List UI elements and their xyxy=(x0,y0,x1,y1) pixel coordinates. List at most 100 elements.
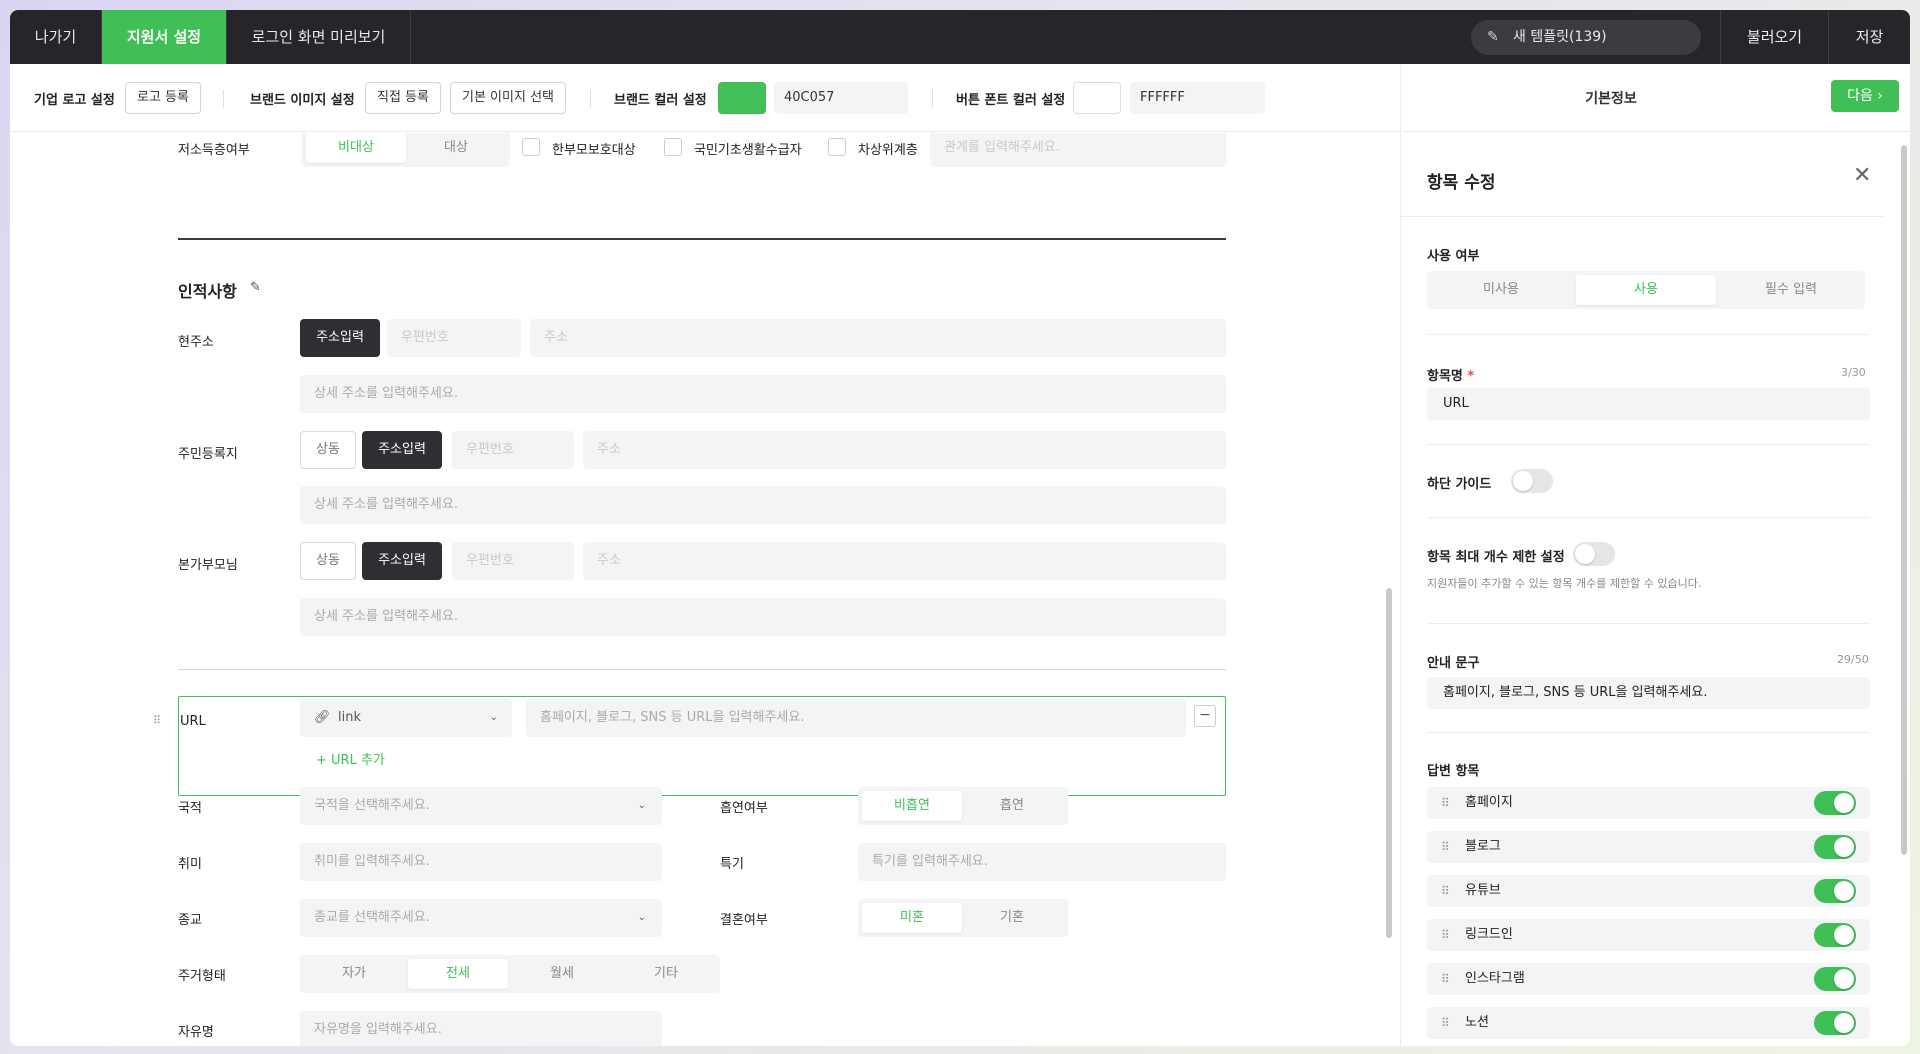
tab-application-settings[interactable]: 지원서 설정 xyxy=(102,10,227,64)
button-font-color-input[interactable]: FFFFFF xyxy=(1130,82,1265,114)
hobby-input[interactable]: 취미를 입력해주세요. xyxy=(300,843,662,881)
housing-option-monthly[interactable]: 월세 xyxy=(512,959,612,989)
low-income-option-yes[interactable]: 대상 xyxy=(406,133,506,163)
add-url-button[interactable]: + URL 추가 xyxy=(316,749,385,768)
usage-option-unused[interactable]: 미사용 xyxy=(1431,275,1571,305)
registered-address-search-button[interactable]: 주소입력 xyxy=(362,431,442,469)
step-title: 기본정보 xyxy=(1585,91,1637,107)
item-name-input[interactable]: URL xyxy=(1427,388,1870,420)
toggle-knob xyxy=(1834,837,1854,857)
close-icon[interactable]: ✕ xyxy=(1853,163,1871,188)
housing-option-jeonse[interactable]: 전세 xyxy=(408,959,508,989)
parents-address-search-button[interactable]: 주소입력 xyxy=(362,542,442,580)
default-image-button[interactable]: 기본 이미지 선택 xyxy=(450,82,566,114)
max-limit-label: 항목 최대 개수 제한 설정 xyxy=(1427,550,1565,565)
housing-option-own[interactable]: 자가 xyxy=(304,959,404,989)
current-address-search-button[interactable]: 주소입력 xyxy=(300,319,380,357)
parents-address-input[interactable]: 주소 xyxy=(583,542,1226,580)
drag-handle-icon[interactable]: ⠿ xyxy=(1441,875,1450,907)
drag-handle-icon[interactable]: ⠿ xyxy=(1441,1007,1450,1039)
current-postcode-input[interactable]: 우편번호 xyxy=(387,319,521,357)
panel-scrollbar[interactable] xyxy=(1901,145,1907,855)
divider xyxy=(1401,216,1885,217)
next-button[interactable]: 다음 › xyxy=(1831,80,1899,112)
section-title: 인적사항 xyxy=(178,282,237,301)
answer-toggle[interactable] xyxy=(1814,923,1856,947)
button-font-color-swatch[interactable] xyxy=(1073,82,1121,114)
answer-toggle[interactable] xyxy=(1814,967,1856,991)
single-parent-checkbox[interactable] xyxy=(522,138,540,156)
load-button[interactable]: 불러오기 xyxy=(1720,10,1828,64)
usage-option-used[interactable]: 사용 xyxy=(1576,275,1716,305)
answers-label: 답변 항목 xyxy=(1427,764,1480,779)
relation-input[interactable]: 관계를 입력해주세요. xyxy=(930,133,1226,167)
divider xyxy=(590,90,591,108)
registered-postcode-input[interactable]: 우편번호 xyxy=(452,431,574,469)
near-poverty-label: 차상위계층 xyxy=(858,143,918,158)
drag-handle-icon[interactable]: ⠿ xyxy=(1441,787,1450,819)
marriage-option-married[interactable]: 기혼 xyxy=(962,903,1062,933)
near-poverty-checkbox[interactable] xyxy=(828,138,846,156)
remove-url-button[interactable]: − xyxy=(1194,705,1216,727)
drag-handle-icon[interactable]: ⠿ xyxy=(153,714,161,727)
smoking-option-yes[interactable]: 흡연 xyxy=(962,791,1062,821)
brand-color-swatch[interactable] xyxy=(718,82,766,114)
brand-color-label: 브랜드 컬러 설정 xyxy=(614,93,707,108)
divider xyxy=(178,669,1226,670)
toggle-knob xyxy=(1834,1013,1854,1033)
answer-toggle[interactable] xyxy=(1814,1011,1856,1035)
parents-same-button[interactable]: 상동 xyxy=(300,542,356,580)
next-row-input[interactable]: 자유명을 입력해주세요. xyxy=(300,1011,662,1046)
answer-item[interactable]: ⠿ 블로그 xyxy=(1427,831,1870,863)
new-template-button[interactable]: ✎ 새 템플릿(139) xyxy=(1471,20,1701,55)
tab-login-preview[interactable]: 로그인 화면 미리보기 xyxy=(227,10,411,64)
url-input[interactable]: 홈페이지, 블로그, SNS 등 URL을 입력해주세요. xyxy=(526,699,1186,737)
registered-same-button[interactable]: 상동 xyxy=(300,431,356,469)
toggle-knob xyxy=(1513,471,1533,491)
url-type-select[interactable]: 🔗︎ link ⌄ xyxy=(300,699,512,737)
answer-toggle[interactable] xyxy=(1814,835,1856,859)
answer-item[interactable]: ⠿ 링크드인 xyxy=(1427,919,1870,951)
edit-panel-title: 항목 수정 xyxy=(1427,173,1496,193)
current-address-detail-input[interactable]: 상세 주소를 입력해주세요. xyxy=(300,375,1226,413)
drag-handle-icon[interactable]: ⠿ xyxy=(1441,919,1450,951)
bottom-guide-toggle[interactable] xyxy=(1511,469,1553,493)
guide-text-input[interactable]: 홈페이지, 블로그, SNS 등 URL을 입력해주세요. xyxy=(1427,677,1870,709)
housing-option-other[interactable]: 기타 xyxy=(616,959,716,989)
current-address-input[interactable]: 주소 xyxy=(530,319,1226,357)
specialty-input[interactable]: 특기를 입력해주세요. xyxy=(858,843,1226,881)
low-income-option-no[interactable]: 비대상 xyxy=(306,133,406,163)
answer-item[interactable]: ⠿ 홈페이지 xyxy=(1427,787,1870,819)
single-parent-label: 한부모보호대상 xyxy=(552,143,636,158)
direct-upload-button[interactable]: 직접 등록 xyxy=(365,82,441,114)
answer-item[interactable]: ⠿ 노션 xyxy=(1427,1007,1870,1039)
answer-toggle[interactable] xyxy=(1814,879,1856,903)
main-scrollbar[interactable] xyxy=(1386,588,1392,938)
housing-toggle: 자가 전세 월세 기타 xyxy=(300,955,720,993)
drag-handle-icon[interactable]: ⠿ xyxy=(1441,831,1450,863)
save-button[interactable]: 저장 xyxy=(1828,10,1910,64)
registered-address-input[interactable]: 주소 xyxy=(583,431,1226,469)
form-canvas: 저소득층여부 비대상 대상 한부모보호대상 국민기초생활수급자 차상위계층 관계… xyxy=(10,133,1400,1046)
drag-handle-icon[interactable]: ⠿ xyxy=(1441,963,1450,995)
low-income-toggle: 비대상 대상 xyxy=(302,133,510,167)
religion-select[interactable]: 종교를 선택해주세요. ⌄ xyxy=(300,899,662,937)
parents-address-detail-input[interactable]: 상세 주소를 입력해주세요. xyxy=(300,598,1226,636)
nationality-select[interactable]: 국적을 선택해주세요. ⌄ xyxy=(300,787,662,825)
answer-toggle[interactable] xyxy=(1814,791,1856,815)
parents-postcode-input[interactable]: 우편번호 xyxy=(452,542,574,580)
answer-item[interactable]: ⠿ 유튜브 xyxy=(1427,875,1870,907)
exit-tab[interactable]: 나가기 xyxy=(10,10,102,64)
answer-name: 홈페이지 xyxy=(1465,795,1513,810)
brand-color-input[interactable]: 40C057 xyxy=(774,82,908,114)
usage-option-required[interactable]: 필수 입력 xyxy=(1721,275,1861,305)
registered-address-detail-input[interactable]: 상세 주소를 입력해주세요. xyxy=(300,486,1226,524)
answer-item[interactable]: ⠿ 인스타그램 xyxy=(1427,963,1870,995)
marriage-option-single[interactable]: 미혼 xyxy=(862,903,962,933)
logo-upload-button[interactable]: 로고 등록 xyxy=(125,82,201,114)
basic-livelihood-checkbox[interactable] xyxy=(664,138,682,156)
max-limit-toggle[interactable] xyxy=(1573,542,1615,566)
pencil-icon: ✎ xyxy=(1487,29,1499,45)
edit-pencil-icon[interactable]: ✎ xyxy=(250,280,261,295)
smoking-option-no[interactable]: 비흡연 xyxy=(862,791,962,821)
